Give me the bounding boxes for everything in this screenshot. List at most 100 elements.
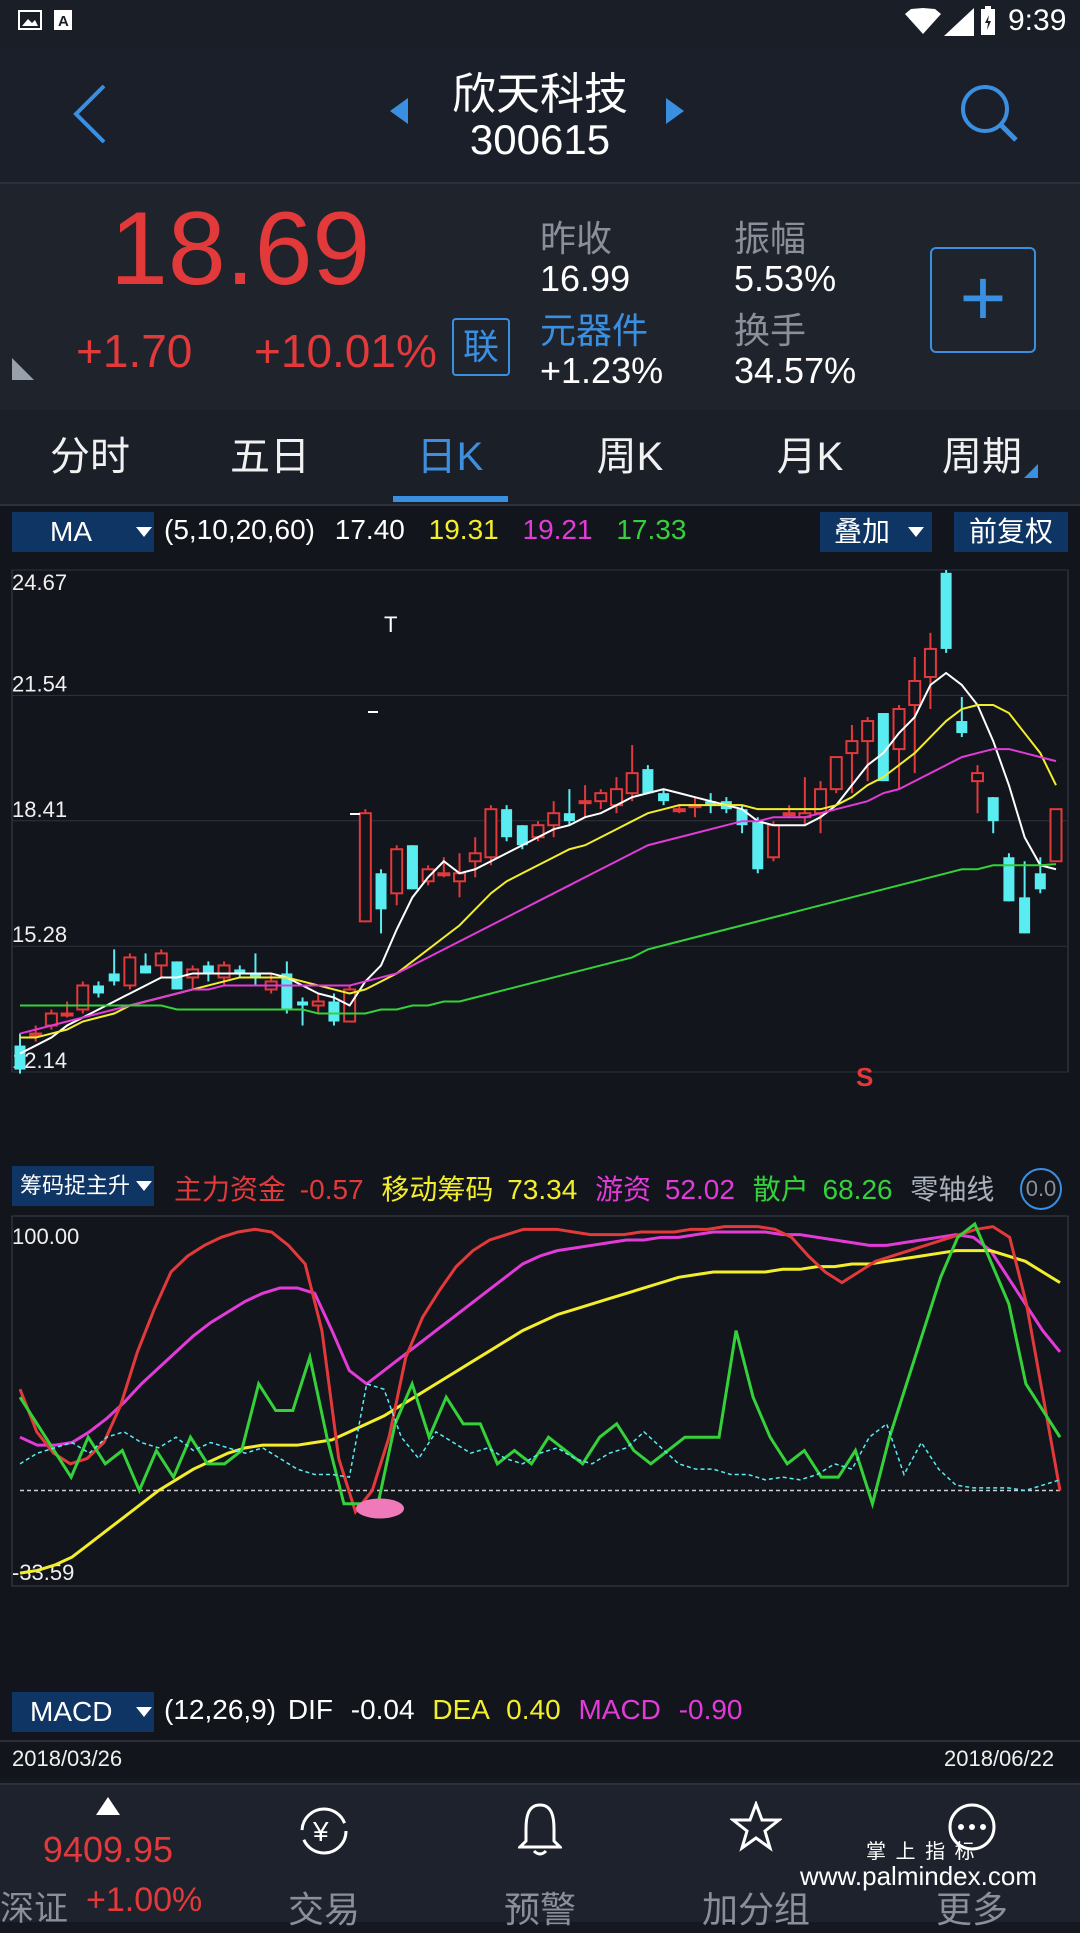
nav-alert-label: 预警 [503, 1889, 576, 1930]
ma-values: (5,10,20,60) 17.40 19.31 19.21 17.33 [164, 514, 686, 546]
turnover-label: 换手 [734, 310, 807, 351]
date-start: 2018/03/26 [12, 1746, 123, 1771]
price-change-pct: +10.01% [254, 325, 437, 377]
candle-body [766, 824, 780, 859]
overlay-select[interactable]: 叠加 [820, 512, 932, 552]
candle-body [563, 813, 575, 822]
candle-body [578, 800, 592, 805]
chevron-down-icon [908, 527, 924, 537]
candle-body [406, 845, 418, 890]
candle-body [311, 1000, 325, 1007]
zero-axis-toggle[interactable]: 0.0 [1020, 1168, 1062, 1210]
indicator-select[interactable]: 筹码捉主升 [12, 1166, 154, 1206]
index-ticker[interactable]: 9409.95 深证 +1.00% [0, 1785, 216, 1928]
indicator-chart[interactable]: 100.00-33.59 [0, 1214, 1080, 1592]
candle-body [154, 952, 168, 967]
macd-value-label: MACD [578, 1694, 661, 1725]
tab-intraday[interactable]: 分时 [20, 410, 160, 504]
nav-bar: 欣天科技 300615 [0, 46, 1080, 184]
candle-body [468, 852, 482, 863]
chevron-down-icon [136, 527, 152, 537]
linked-badge-button[interactable]: 联 [452, 318, 510, 376]
candle-body [484, 808, 498, 859]
svg-text:A: A [58, 13, 69, 30]
candle-body [908, 679, 922, 707]
tab-five-day[interactable]: 五日 [200, 410, 340, 504]
macd-values: (12,26,9) DIF -0.04 DEA 0.40 MACD -0.90 [164, 1694, 743, 1726]
image-icon [18, 10, 42, 30]
bell-icon [518, 1803, 562, 1856]
candle-body [658, 793, 670, 802]
tab-daily-k[interactable]: 日K [380, 410, 520, 504]
sector-change: +1.23% [540, 350, 664, 391]
candle-body [547, 812, 561, 827]
nav-trade[interactable]: ¥ 交易 [216, 1785, 432, 1930]
candle-body [845, 740, 859, 755]
macd-label: MACD [30, 1696, 113, 1727]
t-marker: T [384, 612, 397, 637]
nav-alert[interactable]: 预警 [432, 1785, 648, 1930]
candle-body [140, 965, 152, 974]
amplitude-value: 5.53% [734, 258, 837, 299]
tab-weekly-k[interactable]: 周K [560, 410, 700, 504]
candle-body [752, 821, 764, 870]
stock-name: 欣天科技 [452, 70, 628, 119]
candle-body [108, 973, 120, 982]
signal-marker [356, 1498, 404, 1519]
search-icon[interactable] [958, 82, 1022, 146]
triangle-up-icon [96, 1797, 120, 1815]
bottom-nav: 9409.95 深证 +1.00% ¥ 交易 预警 加分组 更多 掌 上 指 标… [0, 1783, 1080, 1930]
price-axis-label: 18.41 [12, 797, 67, 822]
candle-body [29, 1032, 43, 1037]
current-price: 18.69 [110, 191, 371, 307]
candle-body [202, 965, 214, 974]
candlestick-chart[interactable]: 24.6721.5418.4115.2812.14TS [0, 562, 1080, 1090]
sector-link[interactable]: 元器件 [540, 302, 648, 354]
indicator-values: 主力资金 -0.57 移动筹码 73.34 游资 52.02 散户 68.26 … [174, 1168, 994, 1208]
candle-body [625, 772, 639, 795]
candle-body [829, 756, 843, 791]
price-axis-label: 15.28 [12, 922, 67, 947]
triangle-right-icon[interactable] [666, 98, 684, 124]
ma-indicator-select[interactable]: MA [12, 512, 154, 552]
star-icon [730, 1801, 782, 1852]
ma10-value: 19.31 [428, 514, 499, 545]
battery-icon [981, 6, 995, 35]
watermark-title: 掌 上 指 标 [866, 1841, 977, 1863]
candle-body [971, 772, 985, 783]
s-marker: S [856, 1062, 873, 1090]
zero-axis-label: 零轴线 [910, 1174, 995, 1205]
candle-body [501, 809, 513, 838]
candle-body [1019, 897, 1031, 934]
add-watchlist-button[interactable]: + [930, 247, 1036, 353]
candle-body [782, 812, 796, 817]
candle-body [60, 1012, 74, 1017]
hot-money-value: 52.02 [664, 1174, 735, 1205]
macd-select[interactable]: MACD [12, 1692, 154, 1732]
index-value: 9409.95 [42, 1829, 174, 1870]
nav-trade-label: 交易 [287, 1889, 360, 1930]
hot-money-label: 游资 [595, 1174, 652, 1205]
nav-add-group[interactable]: 加分组 [648, 1785, 864, 1930]
candle-body [358, 812, 372, 923]
candle-body [594, 792, 608, 803]
ma5-line [19, 671, 1057, 1055]
macd-params: (12,26,9) [164, 1694, 277, 1725]
tab-period[interactable]: 周期 [920, 410, 1060, 504]
candle-body [940, 572, 952, 649]
adjust-button[interactable]: 前复权 [954, 512, 1068, 552]
candle-body [453, 872, 467, 883]
indicator-label: 筹码捉主升 [20, 1173, 131, 1198]
candle-body [217, 964, 231, 979]
tab-monthly-k[interactable]: 月K [740, 410, 880, 504]
candle-body [861, 720, 875, 743]
triangle-left-icon[interactable] [390, 98, 408, 124]
period-tabs: 分时 五日 日K 周K 月K 周期 [0, 410, 1080, 506]
chevron-left-icon[interactable] [70, 82, 110, 146]
retail-value: 68.26 [822, 1174, 893, 1205]
macd-value: -0.90 [678, 1694, 743, 1725]
corner-triangle-icon [12, 358, 34, 380]
candle-body [297, 1001, 309, 1006]
candle-body [375, 873, 387, 910]
dea-value: 0.40 [506, 1694, 561, 1725]
